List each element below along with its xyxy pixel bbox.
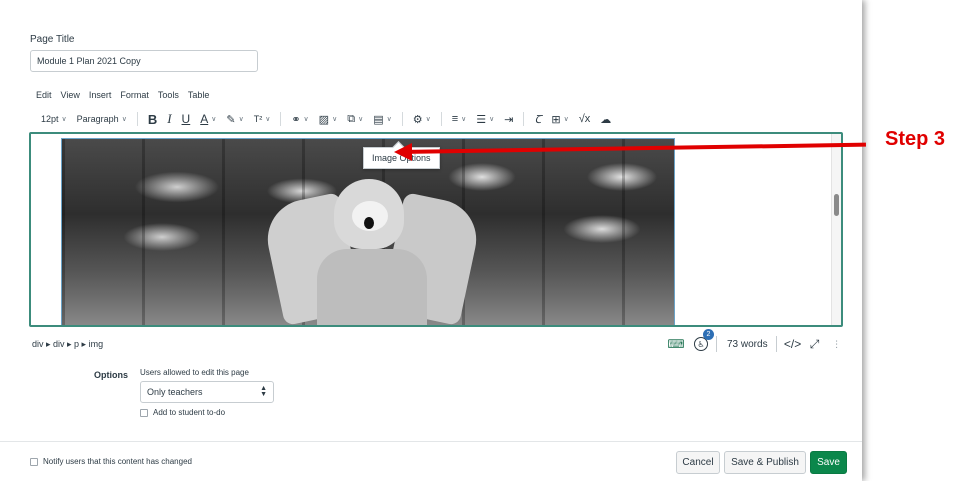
statusbar-divider [775,336,777,352]
notify-users-label: Notify users that this content has chang… [43,457,192,466]
chevron-down-icon: ∨ [425,116,431,123]
toolbar-divider [136,112,138,126]
chevron-down-icon: ∨ [489,116,495,123]
cancel-button[interactable]: Cancel [676,451,720,474]
chevron-down-icon: ∨ [461,116,467,123]
scrollbar-thumb[interactable] [834,194,839,216]
block-format-value: Paragraph [76,114,119,124]
chevron-down-icon: ∨ [211,116,217,123]
align-left-icon: ≡ [451,113,459,125]
clear-format-icon: Ꞇ [534,113,542,126]
plug-icon: ⚙ [412,113,423,126]
editor-scrollbar[interactable] [831,134,841,325]
embedded-image[interactable]: Image Options [61,138,675,325]
chevron-down-icon: ∨ [332,116,338,123]
editor-menubar: Edit View Insert Format Tools Table [36,90,209,100]
font-size-value: 12pt [41,114,59,124]
media-icon: ⧉ [347,112,356,125]
table-icon: ⊞ [551,113,561,126]
image-figure-mask-valve [364,217,374,229]
menu-view[interactable]: View [61,90,80,100]
table-button[interactable]: ⊞ ∨ [546,110,573,128]
superscript-icon: T² [253,114,263,124]
toolbar-divider [401,112,403,126]
rich-content-editor[interactable]: Image Options [29,132,843,327]
statusbar-tools: ⌨ ♿ 2 73 words </> ⤢ ⋮ [667,329,845,353]
italic-button[interactable]: I [162,110,176,128]
save-button[interactable]: Save [810,451,847,474]
image-figure-body [317,249,427,325]
options-label: Options [94,370,128,380]
element-path[interactable]: div ▸ div ▸ p ▸ img [32,339,103,350]
save-and-publish-button[interactable]: Save & Publish [724,451,806,474]
block-format-dropdown[interactable]: Paragraph ∨ [72,110,132,128]
document-button[interactable]: ▤ ∨ [368,110,397,128]
document-icon: ▤ [373,113,384,126]
statusbar-divider [716,336,717,352]
indent-button[interactable]: ⇥ [499,110,518,128]
student-todo-label: Add to student to-do [153,408,226,417]
highlight-button[interactable]: ✎ ∨ [221,110,248,128]
font-size-dropdown[interactable]: 12pt ∨ [36,110,72,128]
chevron-down-icon: ∨ [121,116,127,123]
apps-button[interactable]: ⚙ ∨ [408,110,436,128]
chevron-down-icon: ∨ [238,116,244,123]
keyboard-shortcut-icon[interactable]: ⌨ [667,336,684,352]
page-title-input[interactable]: Module 1 Plan 2021 Copy [30,50,258,72]
toolbar-divider [523,112,525,126]
annotation-arrow-head [394,143,412,161]
student-todo-option[interactable]: Add to student to-do [140,408,225,417]
notify-users-option[interactable]: Notify users that this content has chang… [30,457,192,466]
list-button[interactable]: ☰ ∨ [471,110,499,128]
toolbar-divider [280,112,282,126]
text-color-icon: A [200,112,209,126]
equation-button[interactable]: √x [574,110,596,128]
resize-handle-icon[interactable]: ⋮ [829,336,845,352]
align-button[interactable]: ≡ ∨ [447,110,472,128]
edit-permission-hint: Users allowed to edit this page [140,368,249,377]
notify-users-checkbox[interactable] [30,457,38,466]
link-icon: ⚭ [291,113,301,126]
student-todo-checkbox[interactable] [140,408,148,417]
equation-icon: √x [578,113,591,125]
cloud-button[interactable]: ☁ [595,110,616,128]
chevron-down-icon: ∨ [386,116,392,123]
superscript-button[interactable]: T² ∨ [249,110,276,128]
media-button[interactable]: ⧉ ∨ [342,110,368,128]
menu-tools[interactable]: Tools [158,90,179,100]
page-title-label: Page Title [30,34,75,45]
image-button[interactable]: ▨ ∨ [314,110,343,128]
image-icon: ▨ [318,113,330,126]
word-count[interactable]: 73 words [727,339,768,350]
indent-icon: ⇥ [504,113,514,126]
toolbar-divider [440,112,442,126]
underline-button[interactable]: U [177,110,196,128]
bullet-list-icon: ☰ [476,113,487,126]
chevron-down-icon: ∨ [265,116,271,123]
chevron-down-icon: ∨ [303,116,309,123]
cloud-icon: ☁ [600,113,612,126]
chevron-down-icon: ∨ [61,116,67,123]
highlighter-icon: ✎ [226,113,236,126]
link-button[interactable]: ⚭ ∨ [286,110,313,128]
edit-permission-select[interactable]: Only teachers ▲ ▼ [140,381,274,403]
select-arrows-icon: ▲ ▼ [260,385,267,398]
menu-format[interactable]: Format [120,90,149,100]
clear-format-button[interactable]: Ꞇ [529,110,546,128]
menu-insert[interactable]: Insert [89,90,112,100]
edit-permission-value: Only teachers [147,387,203,397]
chevron-down-icon: ∨ [358,116,364,123]
annotation-step-label: Step 3 [885,128,946,150]
bold-button[interactable]: B [143,110,162,128]
html-editor-toggle[interactable]: </> [784,336,801,352]
chevron-down-icon: ∨ [563,116,569,123]
accessibility-issue-badge: 2 [703,329,714,340]
accessibility-checker-button[interactable]: ♿ 2 [694,329,714,351]
text-color-button[interactable]: A ∨ [195,110,221,128]
editor-toolbar: 12pt ∨ Paragraph ∨ B I U A ∨ ✎ ∨ T² ∨ ⚭ ∨ ▨ ∨ ⧉… [36,110,616,128]
menu-edit[interactable]: Edit [36,90,52,100]
fullscreen-icon[interactable]: ⤢ [807,336,823,352]
footer-divider [0,441,862,442]
menu-table[interactable]: Table [188,90,210,100]
